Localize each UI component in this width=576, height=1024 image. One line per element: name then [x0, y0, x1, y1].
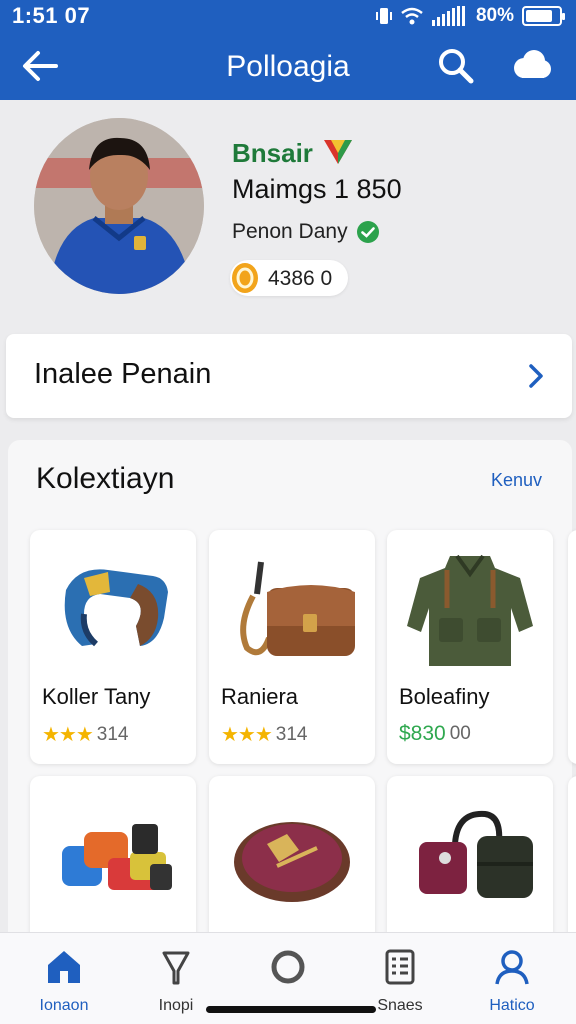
signal-icon	[431, 6, 465, 26]
pouch-image	[234, 822, 350, 902]
item-card[interactable]: Boleafiny $830 00	[387, 530, 553, 764]
item-rating: ★★★ 314	[42, 722, 129, 747]
item-rating: ★★★ 314	[221, 722, 308, 747]
nav-profile-label: Hatico	[489, 997, 535, 1014]
backpack-image	[419, 810, 533, 898]
collection-link[interactable]: Kenuv	[491, 470, 542, 491]
price-value: $830	[399, 722, 446, 745]
home-indicator	[206, 1006, 376, 1013]
item-name: Koller Tany	[42, 684, 151, 709]
status-bar: 1:51 07 80%	[0, 0, 576, 32]
avatar[interactable]	[34, 118, 204, 294]
item-card-peek[interactable]	[568, 530, 576, 764]
document-icon	[385, 949, 415, 985]
shield-icon	[324, 140, 352, 164]
rating-count: 314	[275, 723, 308, 745]
app-bar: 1:51 07 80% Polloagia	[0, 0, 576, 100]
profile-subtitle: Maimgs 1 850	[232, 174, 402, 204]
item-card[interactable]: Koller Tany ★★★ 314	[30, 530, 196, 764]
rating-count: 314	[96, 723, 129, 745]
wifi-icon	[401, 7, 423, 25]
player-photo	[34, 118, 204, 294]
coin-icon	[232, 263, 258, 293]
coin-balance[interactable]: 4386 0	[230, 260, 348, 296]
chevron-right-icon	[529, 364, 543, 388]
nav-home[interactable]: Ionaon	[14, 943, 114, 1021]
item-price: $830 00	[399, 722, 471, 746]
profile-role: Penon Dany	[232, 220, 348, 243]
status-time: 1:51 07	[12, 3, 91, 28]
collection-title: Kolextiayn	[36, 462, 175, 495]
item-name: Boleafiny	[399, 684, 490, 709]
price-suffix: 00	[449, 723, 471, 744]
item-name: Raniera	[221, 684, 299, 709]
nav-home-label: Ionaon	[39, 997, 89, 1014]
battery-icon	[522, 6, 565, 26]
inline-panel-row[interactable]: Inalee Penain	[6, 334, 572, 418]
item-card[interactable]: Raniera ★★★ 314	[209, 530, 375, 764]
verified-icon	[357, 221, 379, 243]
star-rating-icon: ★★★	[221, 724, 273, 746]
battery-level	[526, 10, 552, 22]
nav-profile[interactable]: Hatico	[462, 943, 562, 1021]
lightbulb-icon	[162, 951, 190, 985]
vibrate-icon	[375, 8, 392, 24]
nav-row: Polloagia	[0, 36, 576, 96]
coin-value: 4386 0	[268, 267, 333, 290]
battery-percent: 80%	[475, 5, 514, 26]
profile-name: Bnsair	[232, 138, 313, 168]
cloud-icon	[514, 50, 551, 78]
star-rating-icon: ★★★	[42, 724, 94, 746]
menu-button[interactable]	[512, 48, 552, 84]
circle-icon	[271, 950, 305, 984]
page-title: Polloagia	[226, 50, 350, 83]
home-icon	[48, 951, 80, 983]
gadgets-image	[62, 824, 172, 890]
search-icon	[439, 49, 474, 84]
user-icon	[495, 950, 529, 985]
panel-label: Inalee Penain	[34, 358, 212, 390]
shin-guard-image	[64, 569, 168, 647]
profile-section: Bnsair Maimgs 1 850 Penon Dany 4386 0	[0, 100, 576, 332]
jacket-image	[407, 554, 533, 666]
satchel-image	[240, 561, 355, 656]
search-button[interactable]	[436, 46, 476, 86]
status-icons: 80%	[375, 5, 565, 27]
